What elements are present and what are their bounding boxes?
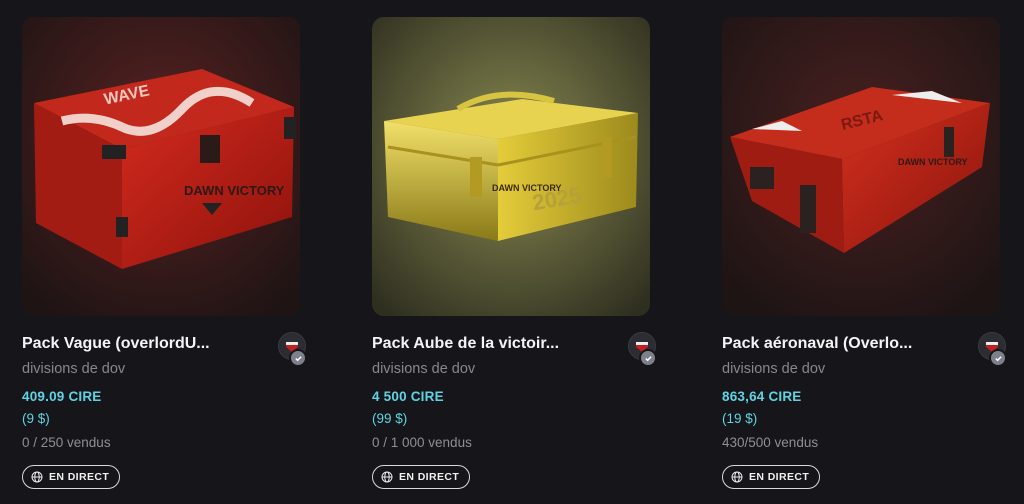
red-wave-crate-image[interactable]: DAWN VICTORY WAVE [22, 17, 300, 316]
sold-count: 0 / 1 000 vendus [372, 435, 472, 450]
crate-brand-text: DAWN VICTORY [184, 183, 285, 198]
price-usd: (9 $) [22, 411, 50, 426]
creator-name[interactable]: divisions de dov [22, 361, 300, 381]
card-title-row: Pack Vague (overlordU... [22, 333, 300, 355]
live-status-label: EN DIRECT [399, 471, 460, 483]
globe-icon [31, 471, 43, 483]
live-status-badge: EN DIRECT [722, 465, 821, 489]
sold-count: 430/500 vendus [722, 435, 819, 450]
creator-name[interactable]: divisions de dov [372, 361, 650, 381]
card-title-row: Pack Aube de la victoir... [372, 333, 650, 355]
card-title[interactable]: Pack aéronaval (Overlo... [722, 335, 962, 353]
live-status-badge: EN DIRECT [22, 465, 121, 489]
creator-name[interactable]: divisions de dov [722, 361, 1000, 381]
product-grid: DAWN VICTORY WAVE Pack Vague (overlordU.… [22, 17, 1007, 489]
product-card[interactable]: DAWN VICTORY WAVE Pack Vague (overlordU.… [22, 17, 307, 489]
verified-badge-icon [639, 349, 657, 367]
card-title[interactable]: Pack Aube de la victoir... [372, 335, 612, 353]
globe-icon [731, 471, 743, 483]
crate-brand-text: DAWN VICTORY [898, 157, 968, 167]
card-title-row: Pack aéronaval (Overlo... [722, 333, 1000, 355]
product-card[interactable]: 2025 DAWN VICTORY Pack Aube de la victoi… [372, 17, 657, 489]
price-cire: 4 500 CIRE [372, 389, 444, 404]
live-status-label: EN DIRECT [749, 471, 810, 483]
live-status-label: EN DIRECT [49, 471, 110, 483]
verified-badge-icon [989, 349, 1007, 367]
price-usd: (19 $) [722, 411, 758, 426]
globe-icon [381, 471, 393, 483]
live-status-badge: EN DIRECT [372, 465, 471, 489]
verified-badge-icon [289, 349, 307, 367]
price-cire: 409.09 CIRE [22, 389, 102, 404]
product-card[interactable]: RSTA DAWN VICTORY Pack aéronaval (Overlo… [722, 17, 1007, 489]
sold-count: 0 / 250 vendus [22, 435, 111, 450]
crate-brand-text: DAWN VICTORY [492, 183, 562, 193]
price-usd: (99 $) [372, 411, 408, 426]
price-cire: 863,64 CIRE [722, 389, 802, 404]
card-title[interactable]: Pack Vague (overlordU... [22, 335, 262, 353]
gold-crate-image[interactable]: 2025 DAWN VICTORY [372, 17, 650, 316]
red-long-crate-image[interactable]: RSTA DAWN VICTORY [722, 17, 1000, 316]
